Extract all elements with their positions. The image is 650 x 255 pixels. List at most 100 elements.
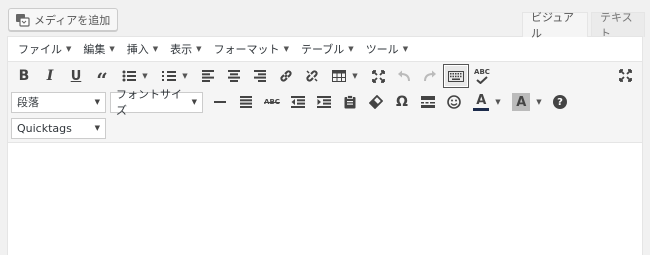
menu-tools[interactable]: ツール ▼ [360,37,414,62]
redo-button[interactable] [417,64,443,88]
text-color-letter: A [476,92,487,108]
expand-icon [618,68,632,82]
help-icon: ? [553,95,567,109]
numbered-list-icon [162,71,177,81]
menu-edit[interactable]: 編集 ▼ [77,37,120,62]
clear-formatting-button[interactable] [363,90,389,114]
strikethrough-label: ABC [264,98,280,106]
menu-file-label: ファイル [18,43,62,56]
tab-text[interactable]: テキスト [591,11,645,40]
menu-insert[interactable]: 挿入 ▼ [121,37,164,62]
indent-button[interactable] [311,90,337,114]
chevron-down-icon: ▼ [402,45,409,53]
menu-format-label: フォーマット [213,43,280,56]
chevron-down-icon: ▼ [352,72,358,80]
toolbar-row-2: 段落 ▼ フォントサイズ ▼ ABC Ω A ▼ A ▼ ? [11,88,573,117]
text-color-icon: A [473,92,490,111]
chevron-down-icon: ▼ [191,98,197,106]
editor: ファイル ▼ 編集 ▼ 挿入 ▼ 表示 ▼ フォーマット ▼ テーブル ▼ ツール ▼ B I… [7,36,643,255]
toolbar-row-3: Quicktags ▼ [11,115,110,141]
underline-button[interactable]: U [63,64,89,88]
paste-text-button[interactable] [337,90,363,114]
strikethrough-button[interactable]: ABC [259,90,285,114]
quote-icon: “ [96,68,108,92]
insert-link-button[interactable] [273,64,299,88]
menu-edit-label: 編集 [83,43,106,56]
toolbar-row-1: B I U “ ▼ ▼ ▼ ABC [11,63,495,92]
menu-view[interactable]: 表示 ▼ [164,37,207,62]
omega-icon: Ω [396,94,408,110]
chevron-down-icon: ▼ [109,45,115,53]
read-more-button[interactable] [415,90,441,114]
chevron-down-icon: ▼ [283,45,289,53]
numbered-list-button[interactable]: ▼ [155,64,195,88]
bold-button[interactable]: B [11,64,37,88]
undo-icon [398,70,410,82]
menu-format[interactable]: フォーマット ▼ [208,37,295,62]
justify-button[interactable] [233,90,259,114]
background-color-button[interactable]: A ▼ [507,90,547,114]
outdent-button[interactable] [285,90,311,114]
font-size-value: フォントサイズ [116,88,182,117]
align-left-button[interactable] [195,64,221,88]
align-center-icon [228,70,240,82]
chevron-down-icon: ▼ [182,72,188,80]
horizontal-rule-button[interactable] [207,90,233,114]
distraction-free-button[interactable] [612,63,638,87]
content-editor-area[interactable] [8,143,642,255]
unlink-icon [306,70,318,82]
align-center-button[interactable] [221,64,247,88]
background-color-icon: A [512,93,531,111]
quicktags-value: Quicktags [17,121,72,135]
chevron-down-icon: ▼ [348,45,354,53]
italic-button[interactable]: I [37,64,63,88]
fullscreen-button[interactable] [365,64,391,88]
align-right-button[interactable] [247,64,273,88]
chevron-down-icon: ▼ [152,45,159,53]
menu-view-label: 表示 [170,43,193,56]
chevron-down-icon: ▼ [142,72,148,80]
media-icon [15,13,30,27]
blockquote-button[interactable]: “ [89,64,115,92]
toolbar-toggle-button[interactable] [443,64,469,88]
tab-visual[interactable]: ビジュアル [522,11,588,40]
clipboard-icon [344,95,356,109]
justify-icon [240,96,252,108]
bold-icon: B [18,68,30,84]
bullet-list-icon [122,70,137,82]
chevron-down-icon: ▼ [495,98,501,106]
block-format-select[interactable]: 段落 ▼ [11,91,106,113]
remove-link-button[interactable] [299,64,325,88]
add-media-label: メディアを追加 [34,13,111,27]
chevron-down-icon: ▼ [66,45,72,53]
menu-tools-label: ツール [365,43,399,56]
link-icon [280,70,292,82]
outdent-icon [291,96,305,108]
spellcheck-button[interactable]: ABC [469,64,495,88]
menu-insert-label: 挿入 [126,43,149,56]
check-icon [476,75,488,84]
font-size-select[interactable]: フォントサイズ ▼ [110,88,203,117]
text-color-button[interactable]: A ▼ [467,90,507,114]
chevron-down-icon: ▼ [536,98,542,106]
bullet-list-button[interactable]: ▼ [115,64,155,88]
chevron-down-icon: ▼ [196,45,202,53]
emoji-button[interactable] [441,90,467,114]
keyboard-icon [448,70,464,82]
add-media-button[interactable]: メディアを追加 [8,8,119,31]
table-button[interactable]: ▼ [325,64,365,88]
undo-button[interactable] [391,64,417,88]
help-label: ? [557,96,563,108]
quicktags-select[interactable]: Quicktags ▼ [11,117,106,139]
underline-icon: U [70,68,82,84]
menu-table[interactable]: テーブル ▼ [295,37,360,62]
help-button[interactable]: ? [547,90,573,114]
background-color-letter: A [516,94,527,110]
menu-file[interactable]: ファイル ▼ [12,37,77,62]
eraser-icon [369,95,383,109]
menu-table-label: テーブル [300,43,345,56]
align-left-icon [202,70,214,82]
horizontal-line-icon [214,101,226,103]
chevron-down-icon: ▼ [94,98,100,106]
special-character-button[interactable]: Ω [389,90,415,114]
